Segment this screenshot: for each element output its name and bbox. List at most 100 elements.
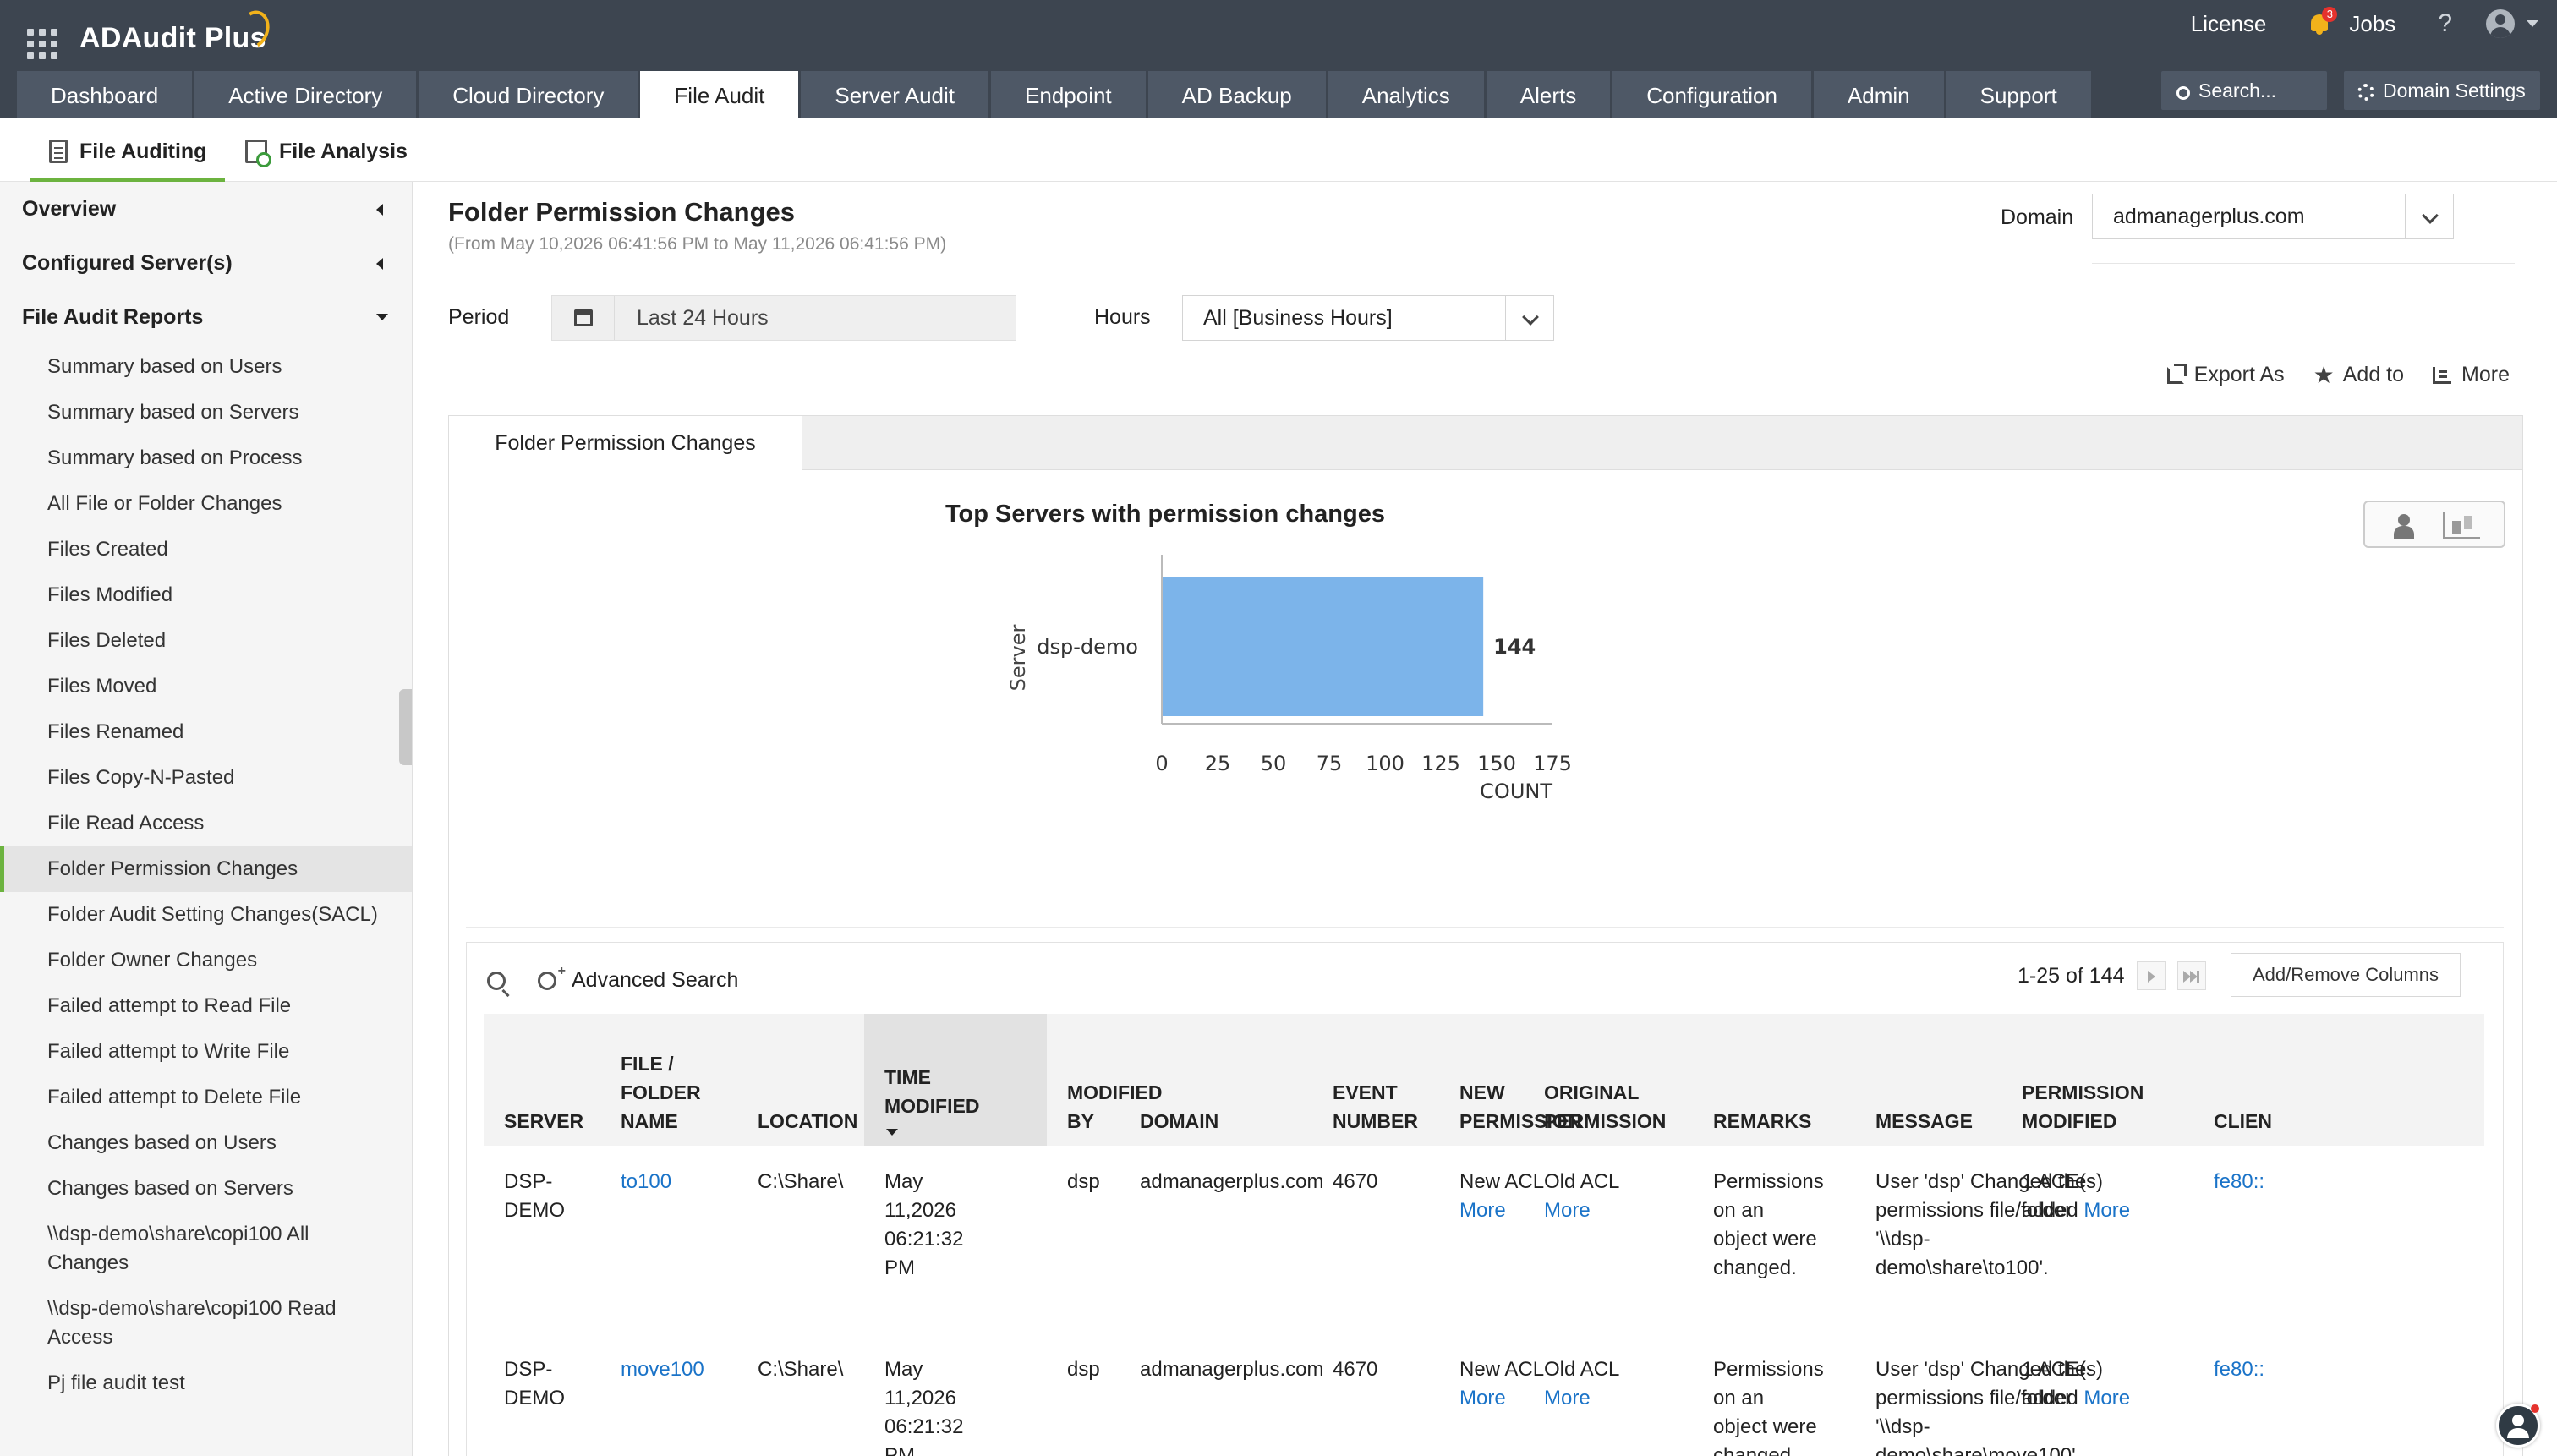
user-menu-caret-icon[interactable] xyxy=(2527,20,2538,27)
export-as-button[interactable]: Export As xyxy=(2166,363,2285,387)
sidebar-section-servers[interactable]: Configured Server(s) xyxy=(0,236,412,290)
license-link[interactable]: License xyxy=(2191,11,2267,37)
sidebar-item[interactable]: Failed attempt to Delete File xyxy=(0,1075,412,1120)
sidebar-item[interactable]: Changes based on Servers xyxy=(0,1166,412,1212)
sidebar-item[interactable]: \\dsp-demo\share\copi100 All Changes xyxy=(0,1212,412,1286)
tab-file-analysis[interactable]: File Analysis xyxy=(245,118,408,182)
tab-file-auditing-label: File Auditing xyxy=(79,140,207,163)
more-button[interactable]: More xyxy=(2433,363,2510,387)
tab-file-auditing[interactable]: File Auditing xyxy=(30,118,225,182)
column-header[interactable]: LOCATION xyxy=(737,1014,864,1146)
sidebar-section-overview[interactable]: Overview xyxy=(0,182,412,236)
sidebar-item[interactable]: Summary based on Process xyxy=(0,435,412,481)
sidebar-resize-handle[interactable] xyxy=(399,689,412,765)
nav-tab-dashboard[interactable]: Dashboard xyxy=(17,71,193,118)
report-tab[interactable]: Folder Permission Changes xyxy=(449,416,802,471)
add-remove-columns-button[interactable]: Add/Remove Columns xyxy=(2231,953,2461,997)
domain-settings-button[interactable]: Domain Settings xyxy=(2344,71,2540,110)
permission-more-link[interactable]: More xyxy=(2083,1387,2130,1409)
sidebar-item[interactable]: \\dsp-demo\share\copi100 Read Access xyxy=(0,1286,412,1360)
modified-by-cell-text: dsp xyxy=(1067,1358,1100,1381)
help-icon[interactable]: ? xyxy=(2438,9,2452,38)
last-page-button[interactable] xyxy=(2176,961,2206,990)
file-name-cell: to100 xyxy=(600,1168,671,1196)
column-header-text: MODIFIED xyxy=(2022,1110,2117,1132)
sidebar-item[interactable]: Summary based on Servers xyxy=(0,390,412,435)
old-acl-more-link[interactable]: More xyxy=(1544,1384,1619,1413)
column-header[interactable]: REMARKS xyxy=(1693,1014,1855,1146)
sidebar-item[interactable]: Summary based on Users xyxy=(0,344,412,390)
sidebar-item[interactable]: Folder Permission Changes xyxy=(0,846,412,892)
column-header[interactable]: CLIEN xyxy=(2193,1014,2484,1146)
column-header[interactable]: DOMAIN xyxy=(1120,1014,1312,1146)
sidebar-item[interactable]: File Read Access xyxy=(0,801,412,846)
column-header[interactable]: MODIFIED BY xyxy=(1047,1014,1162,1146)
y-category-label: dsp-demo xyxy=(1037,635,1138,659)
original-permission-cell-text: Old ACL xyxy=(1544,1358,1620,1381)
nav-tab-endpoint[interactable]: Endpoint xyxy=(991,71,1146,118)
next-page-button[interactable] xyxy=(2136,961,2166,990)
remarks-cell-text: object were xyxy=(1713,1415,1817,1438)
column-header[interactable]: FILE / FOLDER NAME xyxy=(600,1014,737,1146)
sidebar-item[interactable]: All File or Folder Changes xyxy=(0,481,412,527)
sidebar-item[interactable]: Changes based on Users xyxy=(0,1120,412,1166)
client-link[interactable]: fe80:: xyxy=(2214,1168,2264,1196)
sidebar-item[interactable]: Files Renamed xyxy=(0,709,412,755)
sidebar-item[interactable]: Files Modified xyxy=(0,572,412,618)
apps-grid-icon[interactable] xyxy=(27,29,57,59)
domain-settings-label: Domain Settings xyxy=(2383,79,2526,101)
domain-select[interactable]: admanagerplus.com xyxy=(2092,194,2454,239)
file-name-link[interactable]: move100 xyxy=(621,1355,704,1384)
column-header[interactable]: SERVER xyxy=(484,1014,600,1146)
column-header[interactable]: TIME MODIFIED xyxy=(864,1014,1047,1146)
sidebar-item[interactable]: Files Created xyxy=(0,527,412,572)
nav-tab-configuration[interactable]: Configuration xyxy=(1612,71,1811,118)
column-header[interactable]: EVENT NUMBER xyxy=(1312,1014,1439,1146)
nav-tab-admin[interactable]: Admin xyxy=(1813,71,1944,118)
nav-tab-ad-backup[interactable]: AD Backup xyxy=(1147,71,1326,118)
add-to-button[interactable]: ★ Add to xyxy=(2313,363,2404,387)
main-content: Folder Permission Changes (From May 10,2… xyxy=(413,182,2557,1456)
bell-icon[interactable]: 3 xyxy=(2308,7,2338,36)
permission-more-link[interactable]: More xyxy=(2083,1199,2130,1222)
period-picker[interactable]: Last 24 Hours xyxy=(551,295,1016,341)
file-name-link[interactable]: to100 xyxy=(621,1168,671,1196)
sidebar-item[interactable]: Failed attempt to Read File xyxy=(0,983,412,1029)
nav-tab-server-audit[interactable]: Server Audit xyxy=(801,71,989,118)
support-chat-button[interactable] xyxy=(2496,1404,2540,1448)
jobs-link[interactable]: Jobs xyxy=(2349,11,2395,37)
sidebar-section-reports[interactable]: File Audit Reports xyxy=(0,290,412,344)
nav-tab-analytics[interactable]: Analytics xyxy=(1328,71,1484,118)
column-header[interactable]: PERMISSION MODIFIED xyxy=(2001,1014,2193,1146)
sidebar-item[interactable]: Files Copy-N-Pasted xyxy=(0,755,412,801)
advanced-search-button[interactable]: Advanced Search xyxy=(538,964,738,993)
nav-tab-alerts[interactable]: Alerts xyxy=(1486,71,1611,118)
calendar-button[interactable] xyxy=(552,296,615,340)
old-acl-more-link[interactable]: More xyxy=(1544,1196,1619,1225)
sidebar-item[interactable]: Folder Owner Changes xyxy=(0,938,412,983)
column-header[interactable]: ORIGINAL PERMISSION xyxy=(1524,1014,1693,1146)
hours-select[interactable]: All [Business Hours] xyxy=(1182,295,1554,341)
client-link[interactable]: fe80:: xyxy=(2214,1355,2264,1384)
column-header[interactable]: NEW PERMISSION xyxy=(1439,1014,1581,1146)
quick-search-icon[interactable] xyxy=(487,972,506,990)
sidebar-item[interactable]: Pj file audit test xyxy=(0,1360,412,1406)
global-search-input[interactable]: Search... xyxy=(2161,71,2327,110)
column-header[interactable]: MESSAGE xyxy=(1855,1014,2001,1146)
location-cell-text: C:\Share\ xyxy=(758,1358,844,1381)
sidebar-item[interactable]: Files Moved xyxy=(0,664,412,709)
nav-tab-file-audit[interactable]: File Audit xyxy=(640,71,799,118)
nav-tab-support[interactable]: Support xyxy=(1946,71,2091,118)
sidebar-item[interactable]: Folder Audit Setting Changes(SACL) xyxy=(0,892,412,938)
server-cell-text: DEMO xyxy=(504,1387,565,1409)
permission-modified-cell-text: 1 ACE(s) xyxy=(2022,1170,2104,1193)
sidebar-item[interactable]: Files Deleted xyxy=(0,618,412,664)
nav-tab-active-directory[interactable]: Active Directory xyxy=(194,71,417,118)
user-avatar-icon[interactable] xyxy=(2486,9,2515,38)
time-cell-text: PM xyxy=(884,1444,915,1456)
sidebar-item[interactable]: Failed attempt to Write File xyxy=(0,1029,412,1075)
chevron-down-icon xyxy=(1522,309,1539,326)
nav-tab-cloud-directory[interactable]: Cloud Directory xyxy=(419,71,638,118)
sidebar-report-list: Summary based on Users Summary based on S… xyxy=(0,344,412,1406)
sort-desc-icon[interactable] xyxy=(886,1129,898,1136)
